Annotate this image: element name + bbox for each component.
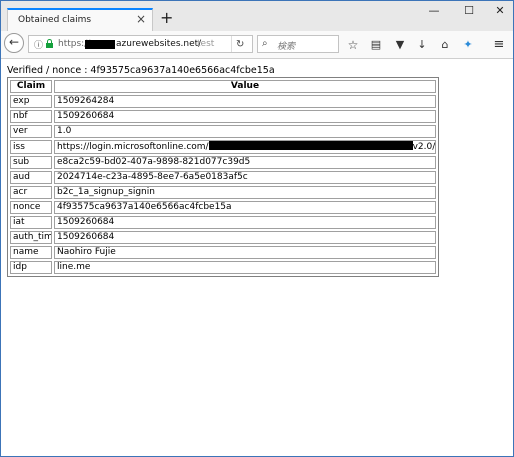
tab-close-icon[interactable]: ×	[136, 12, 146, 26]
column-header-claim: Claim	[10, 80, 52, 93]
table-row: auth_time 1509260684	[10, 231, 436, 244]
verified-nonce-text: Verified / nonce : 4f93575ca9637a140e656…	[7, 65, 275, 76]
reload-icon[interactable]: ↻	[236, 39, 244, 50]
value-cell: Naohiro Fujie	[54, 246, 436, 259]
extension-icon[interactable]: ✦	[461, 38, 475, 52]
url-path: test	[197, 39, 215, 49]
bookmark-star-icon[interactable]: ☆	[346, 38, 360, 52]
value-cell: e8ca2c59-bd02-407a-9898-821d077c39d5	[54, 156, 436, 169]
table-row: nbf 1509260684	[10, 110, 436, 123]
home-icon[interactable]: ⌂	[438, 38, 452, 52]
table-row: name Naohiro Fujie	[10, 246, 436, 259]
tenant-redaction	[208, 141, 413, 150]
claim-cell: sub	[10, 156, 52, 169]
url-bar[interactable]: ⓘ https:// azurewebsites.net/ test	[28, 35, 253, 53]
claim-cell: iat	[10, 216, 52, 229]
claim-cell: idp	[10, 261, 52, 274]
search-placeholder: 検索	[277, 42, 296, 52]
table-row: iss https://login.microsoftonline.com/v2…	[10, 140, 436, 154]
table-row: exp 1509264284	[10, 95, 436, 108]
back-arrow-icon[interactable]: ←	[4, 33, 24, 53]
close-window-icon[interactable]: ✕	[490, 4, 510, 20]
claims-table: Claim Value exp 1509264284 nbf 150926068…	[7, 77, 439, 277]
value-cell: 4f93575ca9637a140e6566ac4fcbe15a	[54, 201, 436, 214]
menu-hamburger-icon[interactable]: ≡	[492, 38, 506, 52]
table-row: idp line.me	[10, 261, 436, 274]
maximize-icon[interactable]: ☐	[459, 4, 479, 20]
table-row: iat 1509260684	[10, 216, 436, 229]
tab-strip: Obtained claims × + — ☐ ✕	[1, 1, 513, 31]
value-cell: 1509260684	[54, 110, 436, 123]
claim-cell: auth_time	[10, 231, 52, 244]
table-row: ver 1.0	[10, 125, 436, 138]
search-bar[interactable]: ⌕ 検索	[257, 35, 339, 53]
minimize-icon[interactable]: —	[424, 4, 444, 20]
table-header-row: Claim Value	[10, 80, 436, 93]
claim-cell: ver	[10, 125, 52, 138]
table-row: aud 2024714e-c23a-4895-8ee7-6a5e0183af5c	[10, 171, 436, 184]
table-row: sub e8ca2c59-bd02-407a-9898-821d077c39d5	[10, 156, 436, 169]
url-redaction	[85, 40, 115, 49]
downloads-icon[interactable]: ↓	[415, 38, 429, 52]
page-content: Verified / nonce : 4f93575ca9637a140e656…	[1, 59, 513, 456]
claim-cell: acr	[10, 186, 52, 199]
value-cell: https://login.microsoftonline.com/v2.0/	[54, 140, 436, 154]
url-host: azurewebsites.net/	[116, 39, 202, 49]
tab-title: Obtained claims	[18, 15, 92, 25]
value-cell: line.me	[54, 261, 436, 274]
value-cell: 1509260684	[54, 216, 436, 229]
reader-view-icon[interactable]: ▤	[369, 38, 383, 52]
iss-suffix: v2.0/	[412, 142, 436, 152]
claim-cell: aud	[10, 171, 52, 184]
table-row: nonce 4f93575ca9637a140e6566ac4fcbe15a	[10, 201, 436, 214]
column-header-value: Value	[54, 80, 436, 93]
value-cell: 1509260684	[54, 231, 436, 244]
claim-cell: nonce	[10, 201, 52, 214]
value-cell: 1509264284	[54, 95, 436, 108]
new-tab-icon[interactable]: +	[160, 10, 173, 26]
navigation-bar: ← ⓘ https:// azurewebsites.net/ test ↻ ⌕…	[1, 31, 513, 59]
claim-cell: nbf	[10, 110, 52, 123]
search-icon: ⌕	[262, 38, 268, 49]
table-row: acr b2c_1a_signup_signin	[10, 186, 436, 199]
claim-cell: exp	[10, 95, 52, 108]
value-cell: 1.0	[54, 125, 436, 138]
pocket-icon[interactable]: ▼	[393, 38, 407, 52]
value-cell: b2c_1a_signup_signin	[54, 186, 436, 199]
url-divider	[231, 36, 232, 52]
iss-prefix: https://login.microsoftonline.com/	[57, 142, 209, 152]
info-icon[interactable]: ⓘ	[34, 38, 43, 51]
lock-icon[interactable]	[46, 39, 53, 48]
claim-cell: iss	[10, 140, 52, 154]
value-cell: 2024714e-c23a-4895-8ee7-6a5e0183af5c	[54, 171, 436, 184]
claim-cell: name	[10, 246, 52, 259]
tab-obtained-claims[interactable]: Obtained claims ×	[7, 8, 153, 31]
browser-window: Obtained claims × + — ☐ ✕ ← ⓘ https:// a…	[0, 0, 514, 457]
